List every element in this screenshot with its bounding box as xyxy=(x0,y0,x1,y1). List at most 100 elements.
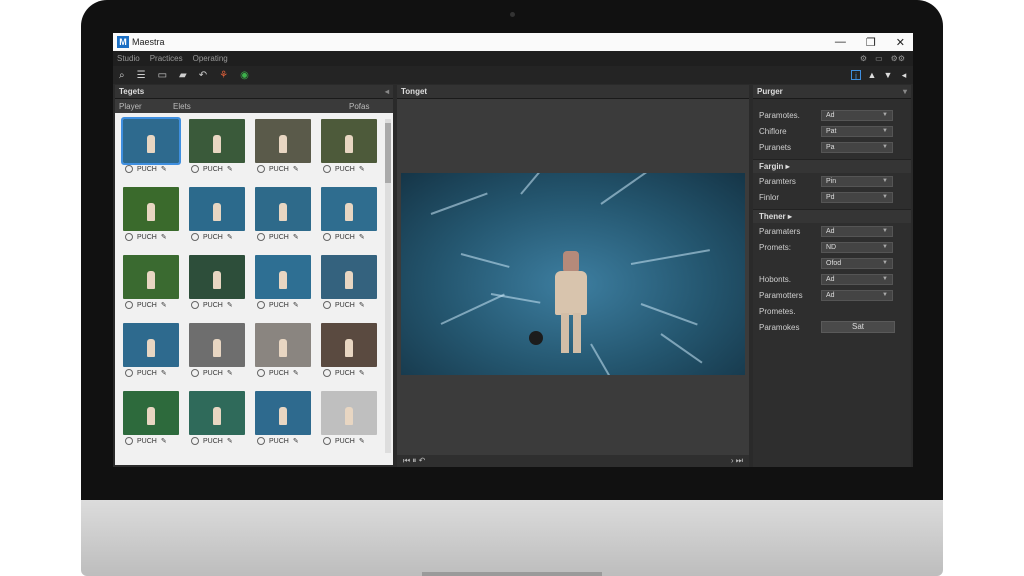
edit-icon[interactable]: ✎ xyxy=(293,233,299,241)
nav-icon[interactable]: › ⏭ xyxy=(731,456,743,466)
chevron-down-icon[interactable]: ▼ xyxy=(882,128,888,134)
thumbnail-image[interactable] xyxy=(321,323,377,367)
edit-icon[interactable]: ✎ xyxy=(359,369,365,377)
edit-icon[interactable]: ✎ xyxy=(293,165,299,173)
menu-item-practices[interactable]: Practices xyxy=(150,54,183,63)
column-elets[interactable]: Elets xyxy=(169,102,345,111)
thumbnail-image[interactable] xyxy=(123,391,179,435)
effect-icon[interactable]: ⚘ xyxy=(219,70,228,81)
chevron-down-icon[interactable]: ▼ xyxy=(882,144,888,150)
property-dropdown[interactable]: Ad ▼ xyxy=(821,289,893,301)
filter-icon[interactable]: ▼ xyxy=(883,70,893,80)
thumbnail-image[interactable] xyxy=(123,323,179,367)
status-dot-icon[interactable] xyxy=(125,437,133,445)
thumbnail-image[interactable] xyxy=(321,391,377,435)
thumbnail-image[interactable] xyxy=(189,119,245,163)
frame-icon[interactable]: ▭ xyxy=(158,70,167,81)
thumbnail-item[interactable]: PUCH ✎ xyxy=(251,255,315,319)
thumbnail-image[interactable] xyxy=(255,391,311,435)
status-dot-icon[interactable] xyxy=(257,301,265,309)
chevron-down-icon[interactable]: ▼ xyxy=(882,276,888,282)
property-dropdown[interactable]: Pin ▼ xyxy=(821,175,893,187)
playback-icon[interactable]: ⏮ ⏸ ↶ xyxy=(403,456,425,466)
thumbnail-image[interactable] xyxy=(255,119,311,163)
undo-icon[interactable]: ↶ xyxy=(199,70,207,81)
chevron-down-icon[interactable]: ▼ xyxy=(882,194,888,200)
chevron-down-icon[interactable]: ▼ xyxy=(882,244,888,250)
status-dot-icon[interactable] xyxy=(125,233,133,241)
status-dot-icon[interactable] xyxy=(323,233,331,241)
thumbnail-item[interactable]: PUCH ✎ xyxy=(185,323,249,387)
edit-icon[interactable]: ✎ xyxy=(227,301,233,309)
edit-icon[interactable]: ✎ xyxy=(161,165,167,173)
edit-icon[interactable]: ✎ xyxy=(227,233,233,241)
thumbnail-item[interactable]: PUCH ✎ xyxy=(185,255,249,319)
thumbnail-image[interactable] xyxy=(255,323,311,367)
edit-icon[interactable]: ✎ xyxy=(293,301,299,309)
folder-icon[interactable]: ▰ xyxy=(179,70,187,81)
edit-icon[interactable]: ✎ xyxy=(359,437,365,445)
thumbnail-image[interactable] xyxy=(189,255,245,299)
edit-icon[interactable]: ✎ xyxy=(293,437,299,445)
status-dot-icon[interactable] xyxy=(191,301,199,309)
property-dropdown[interactable]: Pd ▼ xyxy=(821,191,893,203)
status-dot-icon[interactable] xyxy=(257,369,265,377)
maximize-button[interactable]: ❐ xyxy=(866,36,876,49)
column-player[interactable]: Player xyxy=(115,102,169,111)
thumbnail-item[interactable]: PUCH ✎ xyxy=(251,119,315,183)
edit-icon[interactable]: ✎ xyxy=(161,437,167,445)
property-dropdown[interactable]: Ofod ▼ xyxy=(821,257,893,269)
edit-icon[interactable]: ✎ xyxy=(161,301,167,309)
status-dot-icon[interactable] xyxy=(125,301,133,309)
property-dropdown[interactable]: Ad ▼ xyxy=(821,273,893,285)
edit-icon[interactable]: ✎ xyxy=(359,233,365,241)
edit-icon[interactable]: ✎ xyxy=(293,369,299,377)
thumbnail-item[interactable]: PUCH ✎ xyxy=(317,255,381,319)
thumbnail-item[interactable]: PUCH ✎ xyxy=(317,323,381,387)
chevron-down-icon[interactable]: ▼ xyxy=(882,292,888,298)
thumbnail-image[interactable] xyxy=(321,187,377,231)
thumbnail-item[interactable]: PUCH ✎ xyxy=(251,187,315,251)
preview-image[interactable] xyxy=(401,173,745,375)
section-header-thener[interactable]: Thener ▸ xyxy=(753,209,911,223)
search-icon[interactable]: ⌕ xyxy=(119,70,125,81)
property-dropdown[interactable]: Ad ▼ xyxy=(821,109,893,121)
edit-icon[interactable]: ✎ xyxy=(227,369,233,377)
settings-icon[interactable]: ⚙ xyxy=(860,54,867,63)
thumbnail-image[interactable] xyxy=(123,255,179,299)
thumbnail-item[interactable]: PUCH ✎ xyxy=(317,187,381,251)
status-dot-icon[interactable] xyxy=(257,233,265,241)
list-icon[interactable]: ☰ xyxy=(137,70,146,81)
property-dropdown[interactable]: Pa ▼ xyxy=(821,141,893,153)
thumbnail-image[interactable] xyxy=(189,391,245,435)
thumbnail-item[interactable]: PUCH ✎ xyxy=(119,187,183,251)
window-icon[interactable]: ▭ xyxy=(875,54,883,63)
status-dot-icon[interactable] xyxy=(323,369,331,377)
thumbnail-item[interactable]: PUCH ✎ xyxy=(119,323,183,387)
edit-icon[interactable]: ✎ xyxy=(161,369,167,377)
close-button[interactable]: ✕ xyxy=(896,36,905,49)
options-icon[interactable]: ⚙⚙ xyxy=(891,54,905,63)
status-dot-icon[interactable] xyxy=(125,369,133,377)
status-dot-icon[interactable] xyxy=(257,437,265,445)
thumbnail-image[interactable] xyxy=(321,255,377,299)
chevron-down-icon[interactable]: ▼ xyxy=(882,260,888,266)
info-icon[interactable]: i xyxy=(851,70,861,81)
thumbnail-image[interactable] xyxy=(123,187,179,231)
edit-icon[interactable]: ✎ xyxy=(359,165,365,173)
status-dot-icon[interactable] xyxy=(323,165,331,173)
property-dropdown[interactable]: ND ▼ xyxy=(821,241,893,253)
play-icon[interactable]: ◉ xyxy=(240,70,249,81)
thumbnail-image[interactable] xyxy=(321,119,377,163)
thumbnail-item[interactable]: PUCH ✎ xyxy=(251,391,315,455)
thumbnail-item[interactable]: PUCH ✎ xyxy=(251,323,315,387)
status-dot-icon[interactable] xyxy=(323,301,331,309)
chevron-down-icon[interactable]: ▼ xyxy=(882,112,888,118)
status-dot-icon[interactable] xyxy=(191,233,199,241)
property-dropdown[interactable]: Ad ▼ xyxy=(821,225,893,237)
status-dot-icon[interactable] xyxy=(191,369,199,377)
property-dropdown[interactable]: Pat ▼ xyxy=(821,125,893,137)
edit-icon[interactable]: ✎ xyxy=(359,301,365,309)
collapse-icon[interactable]: ◂ xyxy=(385,87,389,96)
thumbnail-image[interactable] xyxy=(189,187,245,231)
